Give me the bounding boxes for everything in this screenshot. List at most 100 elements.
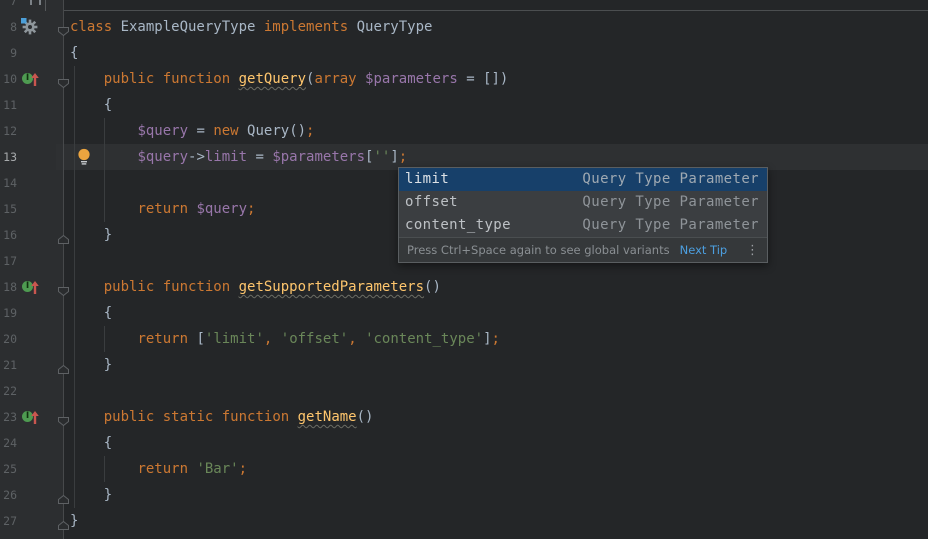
code-token [70,331,137,347]
code-line[interactable] [63,378,928,404]
code-token: ; [306,123,314,139]
completion-popup-footer: Press Ctrl+Space again to see global var… [399,237,767,262]
line-number: 14 [0,170,17,196]
code-token: $query [137,149,188,165]
line-number: 24 [0,430,17,456]
code-line[interactable]: return ['limit', 'offset', 'content_type… [63,326,928,352]
code-token [70,461,137,477]
code-line[interactable]: public static function getName() [63,404,928,430]
code-token: 'limit' [205,331,264,347]
code-token: public [104,409,163,425]
code-token: ExampleQueryType [121,19,264,35]
code-token: function [163,71,239,87]
fold-line-stub [45,0,46,11]
gear-icon[interactable] [21,18,39,40]
code-line[interactable]: } [63,508,928,534]
override-up-arrow-icon [30,279,40,299]
code-token: () [357,409,374,425]
code-token: = [247,149,272,165]
line-number: 26 [0,482,17,508]
line-number: 9 [0,40,17,66]
blue-square-badge [21,18,27,24]
line-number: 16 [0,222,17,248]
completion-item[interactable]: limitQuery Type Parameter [399,168,767,191]
line-number: 23 [0,404,17,430]
code-token: = [188,123,213,139]
completion-item[interactable]: offset Query Type Parameter [399,191,767,214]
line-number: 20 [0,326,17,352]
code-token: public [104,71,163,87]
code-token: getSupportedParameters [239,279,424,295]
code-line[interactable]: { [63,430,928,456]
line-number: 21 [0,352,17,378]
fold-end-marker[interactable] [57,516,70,535]
implements-method-icon[interactable]: I [22,71,40,87]
line-number: 12 [0,118,17,144]
completion-item-name: offset [405,194,458,210]
fold-end-marker[interactable] [57,490,70,509]
fold-start-marker[interactable] [57,22,70,41]
code-token: ; [492,331,500,347]
code-token: [ [196,331,204,347]
code-line[interactable]: class ExampleQueryType implements QueryT… [63,14,928,40]
code-token: { [70,435,112,451]
next-tip-link[interactable]: Next Tip [680,243,728,257]
implements-method-icon[interactable]: I [22,279,40,295]
code-token: $query [196,201,247,217]
kebab-menu-icon[interactable]: ⋮ [746,244,759,257]
code-token: () [289,123,306,139]
code-token [70,123,137,139]
completion-item-name: limit [405,171,449,187]
code-token: ] [390,149,398,165]
code-token: 'Bar' [196,461,238,477]
code-token: , [264,331,281,347]
code-token: 'offset' [281,331,348,347]
completion-popup: limitQuery Type ParameteroffsetQuery Typ… [398,167,768,263]
code-token: QueryType [357,19,433,35]
code-line[interactable]: return 'Bar'; [63,456,928,482]
code-line[interactable]: } [63,482,928,508]
fold-start-marker[interactable] [57,282,70,301]
code-line[interactable]: { [63,300,928,326]
intention-lightbulb-icon[interactable] [77,148,91,170]
fold-start-marker[interactable] [57,412,70,431]
code-token: array [314,71,365,87]
code-token: ; [239,461,247,477]
code-token: -> [188,149,205,165]
code-token: } [70,227,112,243]
completion-item[interactable]: content_typeQuery Type Parameter [399,214,767,237]
editor-viewport: class ExampleQueryType implements QueryT… [0,0,928,539]
code-line[interactable]: } [63,352,928,378]
completion-item-type-label: Query Type Parameter [582,191,759,214]
code-line[interactable]: public function getQuery(array $paramete… [63,66,928,92]
code-token: class [70,19,121,35]
code-line[interactable]: { [63,92,928,118]
code-token: { [70,97,112,113]
fold-start-marker[interactable] [57,74,70,93]
code-token: limit [205,149,247,165]
code-token: getName [298,409,357,425]
code-line[interactable]: $query = new Query(); [63,118,928,144]
line-number: 13 [0,144,17,170]
code-token: ] [483,331,491,347]
code-line[interactable]: { [63,40,928,66]
code-line[interactable]: public function getSupportedParameters() [63,274,928,300]
implements-method-icon[interactable]: I [22,409,40,425]
code-token: implements [264,19,357,35]
code-line[interactable] [63,0,928,14]
fold-end-marker[interactable] [57,360,70,379]
code-token: () [424,279,441,295]
code-token: return [137,461,196,477]
code-token: } [70,487,112,503]
code-token: getQuery [239,71,306,87]
line-number: 18 [0,274,17,300]
line-number: 15 [0,196,17,222]
fold-end-marker[interactable] [57,230,70,249]
completion-item-type-label: Query Type Parameter [582,214,759,237]
line-number: 19 [0,300,17,326]
code-token [70,279,104,295]
code-token [70,409,104,425]
code-token: function [163,279,239,295]
code-token [70,201,137,217]
code-token: $parameters [272,149,365,165]
